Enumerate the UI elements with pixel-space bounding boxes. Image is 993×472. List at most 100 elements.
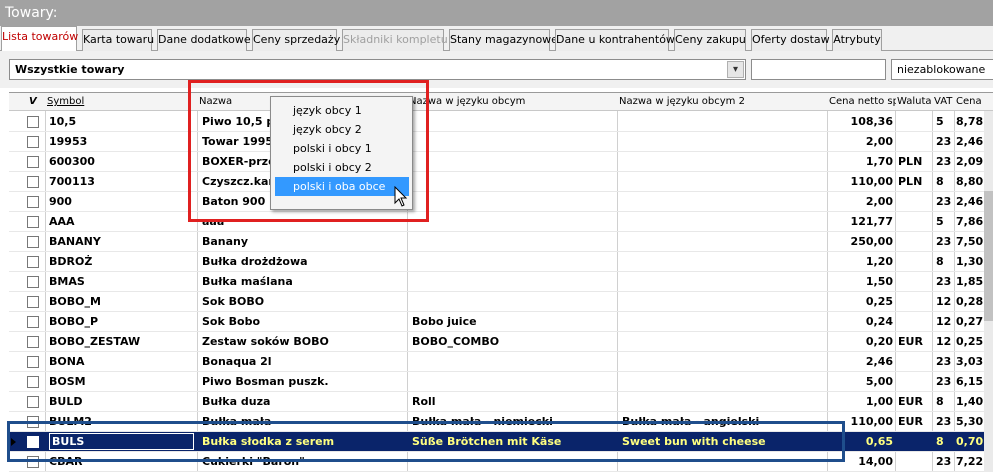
row-checkbox[interactable] xyxy=(27,316,39,328)
cell-symbol: BOBO_ZESTAW xyxy=(49,335,141,348)
table-row[interactable]: 19953 Towar 1995 2,00 23 2,46 xyxy=(9,132,993,152)
row-checkbox[interactable] xyxy=(27,156,39,168)
cell-currency xyxy=(898,212,931,232)
column-symbol-header[interactable]: Symbol xyxy=(47,93,197,111)
cell-foreign-name2 xyxy=(622,312,825,332)
cell-symbol: BOBO_M xyxy=(49,295,101,308)
column-foreign-name2-header[interactable]: Nazwa w języku obcym 2 xyxy=(619,93,824,111)
tab-stany-magazynowe[interactable]: Stany magazynowe xyxy=(449,29,558,51)
column-check-header[interactable]: V xyxy=(29,93,43,111)
cell-gross: 0,27 xyxy=(956,315,984,328)
row-checkbox[interactable] xyxy=(27,296,39,308)
cell-currency xyxy=(898,372,931,392)
cell-currency xyxy=(898,192,931,212)
cell-currency xyxy=(898,232,931,252)
cell-gross: 3,03 xyxy=(956,355,984,368)
cell-gross: 2,09 xyxy=(956,155,984,168)
row-checkbox[interactable] xyxy=(27,236,39,248)
group-filter-value: Wszystkie towary xyxy=(15,63,125,76)
tab-skladniki-kompletu: Składniki kompletu xyxy=(342,29,448,51)
cell-foreign-name2 xyxy=(622,392,825,412)
cell-symbol: BMAS xyxy=(49,275,85,288)
cell-foreign-name xyxy=(412,372,615,392)
tab-oferty-dostaw[interactable]: Oferty dostaw xyxy=(751,29,830,51)
cell-vat: 12 xyxy=(936,295,952,308)
table-row[interactable]: BULD Bułka duza Roll 1,00 EUR 8 1,40 xyxy=(9,392,993,412)
cell-foreign-name xyxy=(412,112,615,132)
cell-currency: PLN xyxy=(898,155,923,168)
chevron-down-icon[interactable]: ▾ xyxy=(727,61,744,78)
table-row[interactable]: 700113 Czyszcz.kar 110,00 PLN 8 8,80 xyxy=(9,172,993,192)
cell-vat: 23 xyxy=(936,415,952,428)
cell-symbol: 600300 xyxy=(49,155,95,168)
cell-gross: 7,22 xyxy=(956,455,984,468)
filter-bar: Wszystkie towary ▾ niezablokowane xyxy=(0,51,993,88)
column-price-header[interactable]: Cena netto sp xyxy=(829,93,896,111)
scrollbar-thumb[interactable] xyxy=(984,191,993,321)
cell-foreign-name xyxy=(412,172,615,192)
tab-dane-dodatkowe[interactable]: Dane dodatkowe xyxy=(157,29,251,51)
blue-highlight-frame xyxy=(7,421,845,462)
column-currency-header[interactable]: Waluta xyxy=(897,93,933,111)
table-row[interactable]: BANANY Banany 250,00 23 7,50 xyxy=(9,232,993,252)
column-gross-header[interactable]: Cena xyxy=(956,93,984,111)
table-row[interactable]: BDROŻ Bułka drożdżowa 1,20 8 1,30 xyxy=(9,252,993,272)
cell-symbol: 10,5 xyxy=(49,115,77,128)
cell-foreign-name2 xyxy=(622,232,825,252)
table-row[interactable]: 900 Baton 900 2,00 23 2,46 xyxy=(9,192,993,212)
mouse-pointer-icon xyxy=(394,186,408,207)
cell-vat: 23 xyxy=(936,135,952,148)
red-highlight-frame xyxy=(188,80,429,222)
status-filter-value: niezablokowane xyxy=(897,63,986,76)
products-grid[interactable]: V Symbol Nazwa Nazwa w języku obcym Nazw… xyxy=(9,92,993,472)
tab-ceny-zakupu[interactable]: Ceny zakupu xyxy=(674,29,746,51)
cell-symbol: BULD xyxy=(49,395,83,408)
status-filter-combo[interactable]: niezablokowane xyxy=(891,59,993,80)
row-checkbox[interactable] xyxy=(27,356,39,368)
table-row[interactable]: AAA aaa 121,77 5 7,86 xyxy=(9,212,993,232)
table-row[interactable]: BONA Bonaqua 2l 2,46 23 3,03 xyxy=(9,352,993,372)
tab-atrybuty[interactable]: Atrybuty xyxy=(832,29,882,51)
tab-ceny-sprzedazy[interactable]: Ceny sprzedaży xyxy=(252,29,340,51)
cell-foreign-name2 xyxy=(622,272,825,292)
table-row[interactable]: BMAS Bułka maślana 1,50 23 1,85 xyxy=(9,272,993,292)
tab-dane-u-kontrahentow[interactable]: Dane u kontrahentów xyxy=(555,29,675,51)
row-checkbox[interactable] xyxy=(27,136,39,148)
row-checkbox[interactable] xyxy=(27,376,39,388)
cell-gross: 7,86 xyxy=(956,215,984,228)
cell-symbol: BOSM xyxy=(49,375,86,388)
row-checkbox[interactable] xyxy=(27,256,39,268)
tab-karta-towaru[interactable]: Karta towaru xyxy=(82,29,154,51)
cell-foreign-name2 xyxy=(622,352,825,372)
tab-lista-towarow[interactable]: Lista towarów xyxy=(1,26,78,52)
table-row[interactable]: 10,5 Piwo 10,5 p 108,36 5 8,78 xyxy=(9,112,993,132)
cell-price: 2,00 xyxy=(865,195,893,208)
table-row[interactable]: BOBO_P Sok Bobo Bobo juice 0,24 12 0,27 xyxy=(9,312,993,332)
cell-vat: 23 xyxy=(936,235,952,248)
column-vat-header[interactable]: VAT xyxy=(934,93,956,111)
cell-currency xyxy=(898,452,931,472)
row-checkbox[interactable] xyxy=(27,176,39,188)
cell-name: Bułka drożdżowa xyxy=(202,255,308,268)
cell-vat: 8 xyxy=(936,435,944,448)
column-foreign-name-header[interactable]: Nazwa w języku obcym xyxy=(409,93,614,111)
cell-gross: 0,70 xyxy=(956,435,984,448)
group-filter-combo[interactable]: Wszystkie towary ▾ xyxy=(9,59,746,80)
table-row[interactable]: BOBO_ZESTAW Zestaw soków BOBO BOBO_COMBO 0,… xyxy=(9,332,993,352)
cell-price: 2,00 xyxy=(865,135,893,148)
row-checkbox[interactable] xyxy=(27,196,39,208)
row-checkbox[interactable] xyxy=(27,216,39,228)
cell-foreign-name: Roll xyxy=(412,395,436,408)
row-checkbox[interactable] xyxy=(27,396,39,408)
table-row[interactable]: 600300 BOXER-prze 1,70 PLN 23 2,09 xyxy=(9,152,993,172)
cell-currency xyxy=(898,252,931,272)
row-checkbox[interactable] xyxy=(27,336,39,348)
search-input[interactable] xyxy=(751,59,886,80)
table-row[interactable]: BOBO_M Sok BOBO 0,25 12 0,28 xyxy=(9,292,993,312)
row-checkbox[interactable] xyxy=(27,276,39,288)
table-row[interactable]: BOSM Piwo Bosman puszk. 5,00 23 6,15 xyxy=(9,372,993,392)
vertical-scrollbar[interactable] xyxy=(984,111,993,472)
row-checkbox[interactable] xyxy=(27,116,39,128)
cell-foreign-name xyxy=(412,352,615,372)
cell-name: Bułka maślana xyxy=(202,275,293,288)
